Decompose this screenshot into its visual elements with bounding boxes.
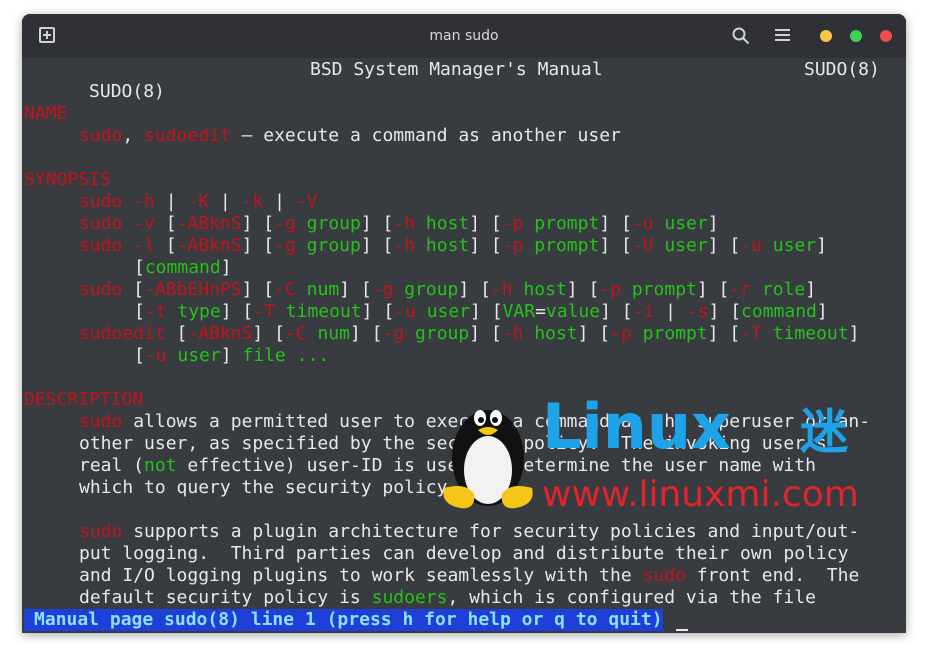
terminal-window: man sudo SUDO(8) BSD System Manager's Ma… xyxy=(22,14,906,633)
terminal-content[interactable]: SUDO(8) BSD System Manager's Manual SUDO… xyxy=(22,58,906,633)
section-description-heading: DESCRIPTION xyxy=(24,389,144,410)
description-line: sudo supports a plugin architecture for … xyxy=(79,521,860,542)
synopsis-line-8: [-u user] file ... xyxy=(134,345,330,366)
text-cursor xyxy=(676,629,688,631)
header-center: BSD System Manager's Manual xyxy=(310,59,603,80)
title-bar: man sudo xyxy=(22,14,906,58)
close-button[interactable] xyxy=(880,30,892,42)
header-left: SUDO(8) xyxy=(89,81,165,102)
minimize-button[interactable] xyxy=(820,30,832,42)
synopsis-line-1: sudo -h | -K | -k | -V xyxy=(79,191,318,212)
watermark-url: www.linuxmi.com xyxy=(542,474,859,512)
description-line: which to query the security policy. xyxy=(79,477,459,498)
synopsis-line-7: sudoedit [-ABknS] [-C num] [-g group] [-… xyxy=(79,323,860,344)
window-title: man sudo xyxy=(429,28,499,44)
description-line: default security policy is sudoers, whic… xyxy=(79,587,816,608)
synopsis-line-4: [command] xyxy=(134,257,232,278)
description-line: and I/O logging plugins to work seamless… xyxy=(79,565,860,586)
synopsis-line-5: sudo [-ABbEHnPS] [-C num] [-g group] [-h… xyxy=(79,279,817,300)
synopsis-line-3: sudo -l [-ABknS] [-g group] [-h host] [-… xyxy=(79,235,827,256)
pager-status-bar: Manual page sudo(8) line 1 (press h for … xyxy=(24,609,663,631)
cmd-sudo: sudo xyxy=(79,125,123,146)
section-name-heading: NAME xyxy=(24,103,68,124)
section-synopsis-heading: SYNOPSIS xyxy=(24,169,111,190)
description-line: put logging. Third parties can develop a… xyxy=(79,543,849,564)
cmd-sudoedit: sudoedit xyxy=(144,125,231,146)
synopsis-line-6: [-t type] [-T timeout] [-u user] [VAR=va… xyxy=(134,301,828,322)
name-description: — execute a command as another user xyxy=(230,125,621,146)
watermark-suffix: 迷 xyxy=(800,404,848,460)
watermark-brand: Linux xyxy=(542,390,731,463)
tux-penguin-icon xyxy=(443,410,533,509)
linuxmi-watermark-logo: Linux 迷 www.linuxmi.com xyxy=(443,390,859,512)
synopsis-line-2: sudo -v [-ABknS] [-g group] [-h host] [-… xyxy=(79,213,719,234)
hamburger-menu-icon[interactable] xyxy=(775,28,791,42)
maximize-button[interactable] xyxy=(850,30,862,42)
header-right: SUDO(8) xyxy=(804,59,880,80)
name-line: sudo, sudoedit — execute a command as an… xyxy=(79,125,621,146)
search-icon[interactable] xyxy=(732,27,750,45)
